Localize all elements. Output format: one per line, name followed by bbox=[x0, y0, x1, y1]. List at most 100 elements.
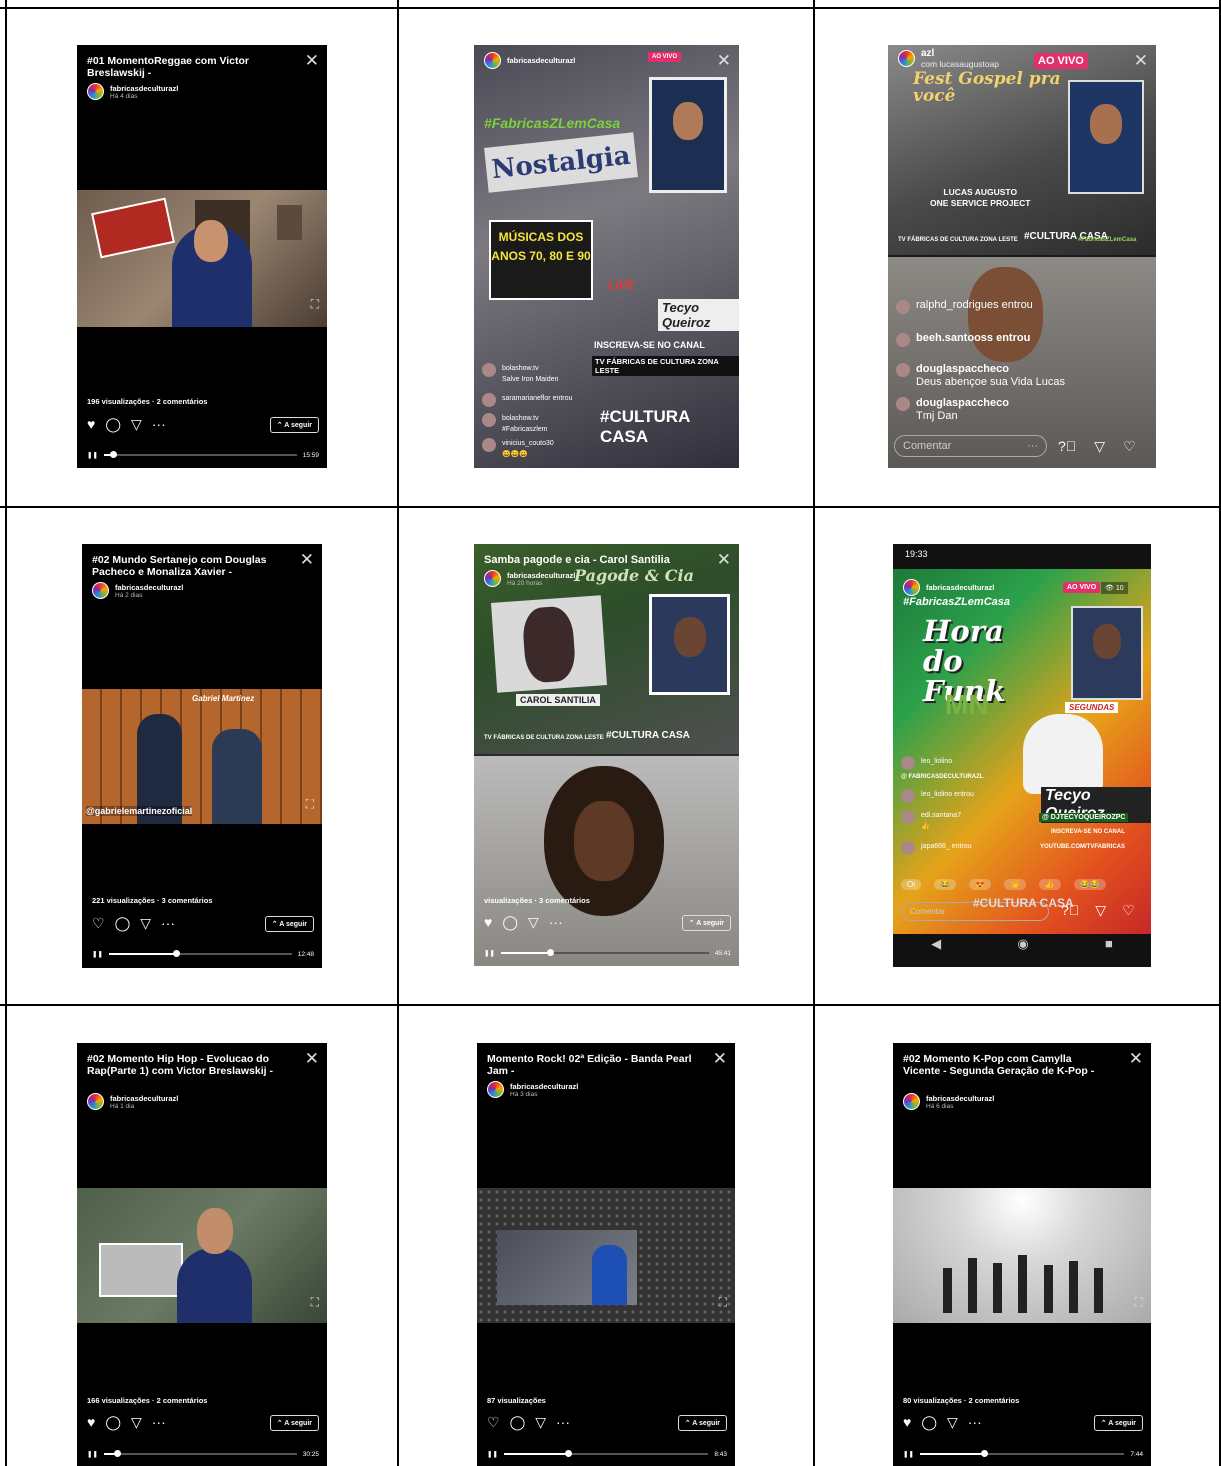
close-icon[interactable]: ✕ bbox=[713, 1049, 727, 1069]
follow-button[interactable]: ⌃ A seguir bbox=[264, 916, 314, 932]
progress-track[interactable] bbox=[500, 949, 709, 956]
comment-icon[interactable]: ◯ bbox=[921, 1414, 937, 1431]
progress-bar[interactable]: ❚❚ 15:59 bbox=[87, 451, 319, 459]
author[interactable]: fabricasdeculturazl Há 4 dias bbox=[87, 83, 178, 100]
progress-track[interactable] bbox=[108, 950, 292, 957]
share-icon[interactable]: ▽ bbox=[131, 1414, 142, 1431]
more-icon[interactable]: ··· bbox=[1027, 440, 1038, 452]
share-icon[interactable]: ▽ bbox=[140, 915, 151, 932]
heart-icon[interactable]: ♡ bbox=[92, 915, 105, 932]
pause-icon[interactable]: ❚❚ bbox=[92, 950, 103, 958]
progress-knob[interactable] bbox=[981, 1450, 989, 1457]
recents-icon[interactable]: ■ bbox=[1105, 936, 1113, 952]
pause-icon[interactable]: ❚❚ bbox=[487, 1450, 498, 1458]
progress-bar[interactable]: ❚❚ 45:41 bbox=[484, 949, 731, 957]
reaction-chip[interactable]: 👍 bbox=[1038, 879, 1061, 890]
progress-track[interactable] bbox=[103, 1450, 297, 1457]
progress-track[interactable] bbox=[103, 451, 297, 458]
follow-button[interactable]: ⌃ A seguir bbox=[1093, 1415, 1143, 1431]
more-icon[interactable]: ··· bbox=[152, 1414, 166, 1431]
follow-button[interactable]: ⌃ A seguir bbox=[677, 1415, 727, 1431]
progress-knob[interactable] bbox=[546, 949, 554, 956]
comment-icon[interactable]: ◯ bbox=[105, 416, 121, 433]
follow-button[interactable]: ⌃ A seguir bbox=[269, 1415, 319, 1431]
question-icon[interactable]: ?⃞ bbox=[1061, 902, 1079, 919]
more-icon[interactable]: ··· bbox=[152, 416, 166, 433]
progress-bar[interactable]: ❚❚ 30:25 bbox=[87, 1450, 319, 1458]
video-frame[interactable] bbox=[77, 190, 327, 327]
heart-icon[interactable]: ♡ bbox=[1123, 438, 1136, 455]
progress-bar[interactable]: ❚❚ 7:44 bbox=[903, 1450, 1143, 1458]
reaction-chip[interactable]: Oi bbox=[901, 879, 921, 890]
close-icon[interactable]: ✕ bbox=[305, 51, 319, 71]
progress-knob[interactable] bbox=[109, 451, 117, 458]
comment-icon[interactable]: ◯ bbox=[105, 1414, 121, 1431]
pause-icon[interactable]: ❚❚ bbox=[484, 949, 495, 957]
more-icon[interactable]: ··· bbox=[161, 915, 175, 932]
comment-icon[interactable]: ◯ bbox=[502, 914, 518, 931]
share-icon[interactable]: ▽ bbox=[1094, 438, 1105, 455]
more-icon[interactable]: ··· bbox=[556, 1414, 570, 1431]
author[interactable]: fabricasdeculturazl Há 3 dias bbox=[487, 1081, 578, 1098]
reaction-chip[interactable]: 😂 bbox=[934, 879, 956, 890]
question-icon[interactable]: ?⃞ bbox=[1058, 438, 1076, 455]
fullscreen-icon[interactable]: ⛶ bbox=[719, 1295, 727, 1310]
heart-icon[interactable]: ♡ bbox=[1122, 902, 1135, 919]
author[interactable]: fabricasdeculturazl bbox=[903, 579, 994, 596]
close-icon[interactable]: ✕ bbox=[717, 550, 731, 570]
progress-fill bbox=[103, 1453, 114, 1455]
reaction-chip[interactable]: 😂😂 bbox=[1073, 879, 1106, 890]
progress-bar[interactable]: ❚❚ 12:48 bbox=[92, 950, 314, 958]
progress-track[interactable] bbox=[919, 1450, 1125, 1457]
progress-knob[interactable] bbox=[565, 1450, 573, 1457]
close-icon[interactable]: ✕ bbox=[1134, 51, 1148, 71]
author[interactable]: azl com lucasaugustoap bbox=[898, 48, 999, 69]
author[interactable]: fabricasdeculturazl bbox=[484, 52, 575, 69]
fullscreen-icon[interactable]: ⛶ bbox=[311, 1295, 319, 1310]
share-icon[interactable]: ▽ bbox=[131, 416, 142, 433]
progress-knob[interactable] bbox=[113, 1450, 121, 1457]
back-icon[interactable]: ◀ bbox=[931, 936, 941, 952]
close-icon[interactable]: ✕ bbox=[300, 550, 314, 570]
author[interactable]: fabricasdeculturazl Há 1 dia bbox=[87, 1093, 178, 1110]
share-icon[interactable]: ▽ bbox=[947, 1414, 958, 1431]
fullscreen-icon[interactable]: ⛶ bbox=[311, 297, 319, 312]
share-icon[interactable]: ▽ bbox=[535, 1414, 546, 1431]
progress-knob[interactable] bbox=[172, 950, 180, 957]
reaction-chip[interactable]: 👏 bbox=[1003, 879, 1026, 890]
heart-icon[interactable]: ♡ bbox=[487, 1414, 500, 1431]
video-frame[interactable] bbox=[77, 1188, 327, 1323]
share-icon[interactable]: ▽ bbox=[1095, 902, 1106, 919]
fullscreen-icon[interactable]: ⛶ bbox=[1135, 1295, 1143, 1310]
reaction-chip[interactable]: 😍 bbox=[968, 879, 991, 890]
more-icon[interactable]: ··· bbox=[968, 1414, 982, 1431]
heart-icon[interactable]: ♥ bbox=[87, 416, 95, 433]
author[interactable]: fabricasdeculturazl Há 20 horas bbox=[484, 570, 575, 587]
video-frame[interactable] bbox=[477, 1188, 735, 1323]
progress-track[interactable] bbox=[503, 1450, 709, 1457]
progress-bar[interactable]: ❚❚ 8:43 bbox=[487, 1450, 727, 1458]
author[interactable]: fabricasdeculturazl Há 6 dias bbox=[903, 1093, 994, 1110]
comment-input[interactable]: Comentar ··· bbox=[894, 435, 1047, 457]
home-icon[interactable]: ◉ bbox=[1017, 936, 1028, 952]
share-icon[interactable]: ▽ bbox=[528, 914, 539, 931]
action-bar: ♥ ◯ ▽ ··· bbox=[87, 1414, 166, 1431]
pause-icon[interactable]: ❚❚ bbox=[87, 1450, 98, 1458]
heart-icon[interactable]: ♥ bbox=[87, 1414, 95, 1431]
follow-button[interactable]: ⌃ A seguir bbox=[681, 915, 731, 931]
more-icon[interactable]: ··· bbox=[549, 914, 563, 931]
comment-icon[interactable]: ◯ bbox=[115, 915, 131, 932]
comment-icon[interactable]: ◯ bbox=[510, 1414, 526, 1431]
heart-icon[interactable]: ♥ bbox=[903, 1414, 911, 1431]
heart-icon[interactable]: ♥ bbox=[484, 914, 492, 931]
video-frame[interactable] bbox=[893, 1188, 1151, 1323]
pause-icon[interactable]: ❚❚ bbox=[87, 451, 98, 459]
close-icon[interactable]: ✕ bbox=[305, 1049, 319, 1069]
close-icon[interactable]: ✕ bbox=[1129, 1049, 1143, 1069]
pause-icon[interactable]: ❚❚ bbox=[903, 1450, 914, 1458]
close-icon[interactable]: ✕ bbox=[717, 51, 731, 71]
author[interactable]: fabricasdeculturazl Há 2 dias bbox=[92, 582, 183, 599]
follow-button[interactable]: ⌃ A seguir bbox=[269, 417, 319, 433]
fullscreen-icon[interactable]: ⛶ bbox=[306, 797, 314, 812]
video-frame[interactable]: Gabriel Martinez @gabrielemartinezoficia… bbox=[82, 689, 322, 824]
